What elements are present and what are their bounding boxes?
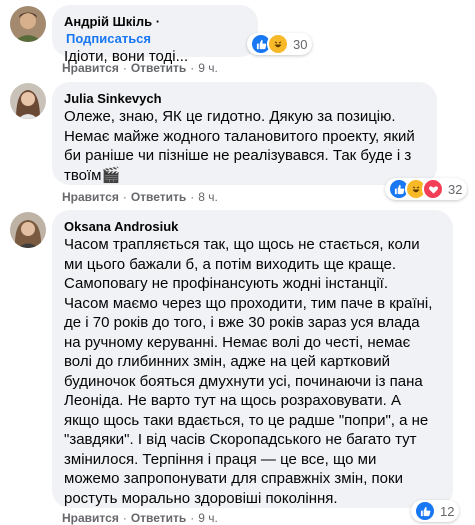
comment-bubble: Julia Sinkevych Олеже, знаю, ЯК це гидот…: [52, 82, 437, 185]
comment-author[interactable]: Oksana Androsiuk: [64, 218, 441, 235]
comment-author[interactable]: Julia Sinkevych: [64, 90, 425, 107]
reaction-summary[interactable]: 30: [247, 33, 313, 55]
reaction-summary[interactable]: 32: [385, 178, 468, 200]
reaction-summary[interactable]: 12: [411, 500, 460, 522]
reaction-count: 32: [448, 181, 463, 197]
comment-actions: Нравится · Ответить · 8 ч.: [62, 190, 218, 204]
reply-link[interactable]: Ответить: [131, 61, 186, 75]
like-link[interactable]: Нравится: [62, 511, 119, 525]
comment-time[interactable]: 8 ч.: [198, 190, 218, 204]
like-link[interactable]: Нравится: [62, 190, 119, 204]
reaction-count: 12: [440, 503, 455, 519]
reply-link[interactable]: Ответить: [131, 511, 186, 525]
reply-link[interactable]: Ответить: [131, 190, 186, 204]
like-icon: [414, 500, 436, 522]
comment-actions: Нравится · Ответить · 9 ч.: [62, 511, 218, 525]
avatar[interactable]: [10, 6, 46, 42]
avatar[interactable]: [10, 83, 46, 119]
reaction-count: 30: [293, 36, 308, 52]
comment-time[interactable]: 9 ч.: [198, 511, 218, 525]
comment-author[interactable]: Андрій Шкіль: [64, 14, 152, 29]
comment-time[interactable]: 9 ч.: [198, 61, 218, 75]
follow-button[interactable]: Подписаться: [66, 31, 151, 46]
haha-icon: [267, 33, 289, 55]
comment-text: Часом трапляється так, що щось не стаєть…: [64, 236, 433, 507]
comment-actions: Нравится · Ответить · 9 ч.: [62, 61, 218, 75]
comment-bubble: Андрій Шкіль · Подписаться Ідіоти, вони …: [52, 5, 258, 65]
like-link[interactable]: Нравится: [62, 61, 119, 75]
comment-text: Олеже, знаю, ЯК це гидотно. Дякую за поз…: [64, 108, 415, 184]
comment-bubble: Oksana Androsiuk Часом трапляється так, …: [52, 210, 453, 508]
love-icon: [422, 178, 444, 200]
avatar[interactable]: [10, 212, 46, 248]
